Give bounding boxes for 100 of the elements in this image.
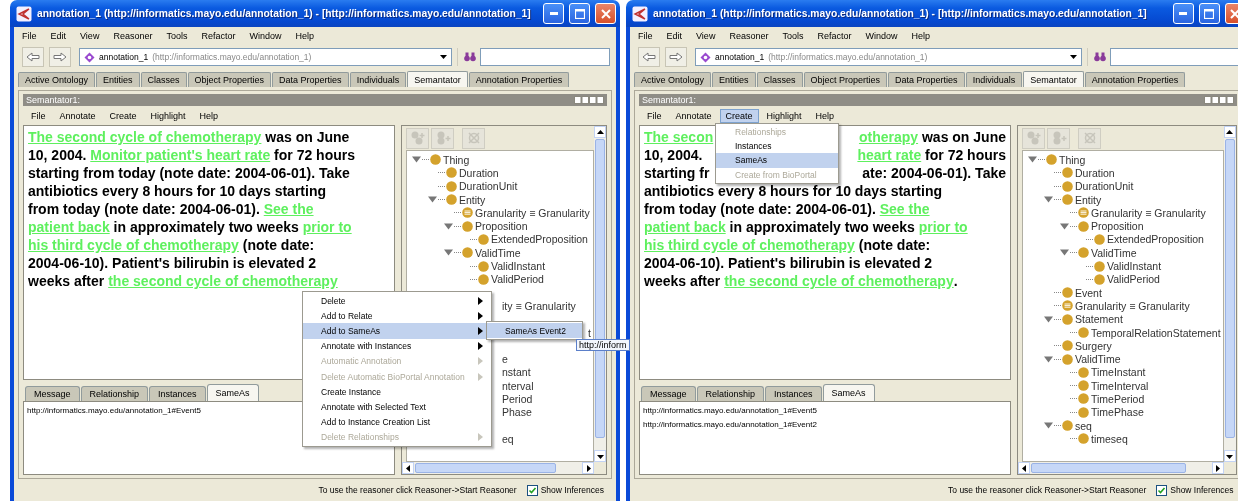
expand-triangle-icon[interactable] bbox=[1027, 155, 1038, 165]
menu-item[interactable]: Window bbox=[243, 28, 288, 43]
menu-item[interactable]: Create Instance bbox=[303, 384, 491, 400]
back-button[interactable] bbox=[638, 47, 660, 67]
scroll-right-icon[interactable] bbox=[584, 464, 592, 472]
tree-item[interactable]: Thing bbox=[443, 153, 472, 166]
expand-triangle-icon[interactable] bbox=[1043, 195, 1054, 205]
tab[interactable]: Annotation Properties bbox=[468, 72, 570, 87]
menu-item[interactable]: File bbox=[16, 28, 43, 43]
tab[interactable]: Active Ontology bbox=[18, 72, 96, 87]
tree-item[interactable]: TimePhase bbox=[1091, 406, 1146, 419]
expand-triangle-icon[interactable] bbox=[443, 248, 454, 258]
checkbox[interactable] bbox=[526, 484, 538, 496]
expand-triangle-icon[interactable] bbox=[443, 221, 454, 231]
tree-item[interactable]: DurationUnit bbox=[1075, 180, 1136, 193]
tree-item[interactable]: Proposition bbox=[475, 220, 530, 233]
tab[interactable]: Relationship bbox=[80, 386, 149, 401]
tree-item[interactable]: nstant bbox=[502, 366, 533, 379]
tree-item[interactable]: Entity bbox=[459, 193, 488, 206]
list-item[interactable]: http://informatics.mayo.edu/annotation_1#Event2 bbox=[643, 418, 1007, 432]
tree-item[interactable]: Statement bbox=[1075, 313, 1125, 326]
expand-triangle-icon[interactable] bbox=[1043, 314, 1054, 324]
menu-item[interactable]: Annotate bbox=[53, 109, 102, 123]
tree-item[interactable]: ExtendedProposition bbox=[491, 233, 590, 246]
tree-item[interactable]: e bbox=[502, 353, 510, 366]
scroll-up-icon[interactable] bbox=[1226, 128, 1234, 136]
tree-item[interactable]: timeseq bbox=[1091, 432, 1130, 445]
tab[interactable]: Object Properties bbox=[803, 72, 888, 87]
tab[interactable]: Data Properties bbox=[272, 72, 349, 87]
tree-item[interactable]: Surgery bbox=[1075, 339, 1114, 352]
expand-triangle-icon[interactable] bbox=[411, 155, 422, 165]
tab[interactable]: Instances bbox=[149, 386, 206, 401]
tree-item[interactable]: nterval bbox=[502, 379, 536, 392]
tree-item[interactable]: ValidPeriod bbox=[491, 273, 546, 286]
tab[interactable]: Active Ontology bbox=[634, 72, 712, 87]
tab[interactable]: Annotation Properties bbox=[1084, 72, 1186, 87]
menu-item[interactable]: Add to Relate bbox=[303, 308, 491, 324]
menu-item[interactable]: Refactor bbox=[195, 28, 242, 43]
menu-item[interactable]: Reasoner bbox=[107, 28, 159, 43]
menu-item[interactable]: Tools bbox=[776, 28, 810, 43]
maximize-button[interactable] bbox=[569, 3, 590, 24]
tree-item[interactable]: Thing bbox=[1059, 153, 1088, 166]
menu-item[interactable]: Help bbox=[193, 109, 225, 123]
tree-item[interactable]: Duration bbox=[1075, 166, 1117, 179]
tree-item[interactable]: TimePeriod bbox=[1091, 393, 1147, 405]
tree-item[interactable]: Event bbox=[1075, 286, 1104, 299]
menu-item[interactable]: Edit bbox=[660, 28, 689, 43]
menu-item[interactable]: Create bbox=[719, 109, 759, 123]
tree-item[interactable]: Duration bbox=[459, 166, 501, 179]
menu-item[interactable]: Instances bbox=[716, 139, 838, 154]
list-item[interactable]: http://informatics.mayo.edu/annotation_1#Event5 bbox=[643, 404, 1007, 418]
scroll-down-icon[interactable] bbox=[1226, 452, 1234, 460]
menu-item[interactable]: File bbox=[25, 109, 52, 123]
tab[interactable]: SameAs bbox=[822, 384, 875, 401]
expand-triangle-icon[interactable] bbox=[427, 195, 438, 205]
tree-item[interactable]: Granularity ≡ Granularity bbox=[1075, 299, 1192, 312]
expand-triangle-icon[interactable] bbox=[1043, 421, 1054, 431]
expand-triangle-icon[interactable] bbox=[1059, 248, 1070, 258]
minimize-button[interactable] bbox=[1172, 3, 1194, 24]
ontology-selector[interactable]: annotation_1 (http://informatics.mayo.edu/annotation_1) bbox=[695, 48, 1082, 66]
tree-item[interactable]: TimeInstant bbox=[1091, 366, 1148, 379]
back-button[interactable] bbox=[22, 47, 44, 67]
tab[interactable]: Data Properties bbox=[888, 72, 965, 87]
tab[interactable]: Entities bbox=[712, 72, 756, 87]
menu-item[interactable]: Edit bbox=[44, 28, 73, 43]
menu-item[interactable]: File bbox=[632, 28, 659, 43]
tab[interactable]: Individuals bbox=[965, 72, 1023, 87]
tab[interactable]: Instances bbox=[765, 386, 822, 401]
menu-item[interactable]: Reasoner bbox=[723, 28, 775, 43]
checkbox[interactable] bbox=[1156, 484, 1168, 496]
menu-item[interactable]: Refactor bbox=[811, 28, 858, 43]
forward-button[interactable] bbox=[49, 47, 71, 67]
menu-item[interactable]: Help bbox=[905, 28, 936, 43]
horizontal-scrollbar[interactable] bbox=[1018, 462, 1224, 474]
menu-item[interactable]: SameAs Event2 bbox=[487, 323, 582, 338]
tab[interactable]: Individuals bbox=[349, 72, 407, 87]
tree-item[interactable]: TimeInterval bbox=[1091, 379, 1151, 392]
menu-item[interactable]: Window bbox=[859, 28, 904, 43]
tree-item[interactable]: Granularity ≡ Granularity bbox=[475, 206, 592, 219]
tab[interactable]: Classes bbox=[140, 72, 187, 87]
menu-item[interactable]: Help bbox=[289, 28, 320, 43]
tree-item[interactable]: ValidTime bbox=[1075, 353, 1123, 366]
tree-item[interactable]: t bbox=[588, 326, 593, 339]
expand-triangle-icon[interactable] bbox=[1059, 221, 1070, 231]
tree-item[interactable]: Proposition bbox=[1091, 220, 1146, 233]
scroll-left-icon[interactable] bbox=[404, 464, 412, 472]
tree-item[interactable]: eq bbox=[502, 432, 516, 445]
ontology-selector[interactable]: annotation_1 (http://informatics.mayo.edu/annotation_1) bbox=[79, 48, 452, 66]
tab[interactable]: Message bbox=[641, 386, 696, 401]
menu-item[interactable]: Highlight bbox=[144, 109, 192, 123]
scroll-right-icon[interactable] bbox=[1214, 464, 1222, 472]
menu-item[interactable]: View bbox=[690, 28, 722, 43]
menu-item[interactable]: Annotate bbox=[669, 109, 718, 123]
tree-item[interactable]: ValidTime bbox=[1091, 246, 1139, 259]
tree-item[interactable]: seq bbox=[1075, 419, 1094, 432]
horizontal-scrollbar[interactable] bbox=[402, 462, 594, 474]
tree-item[interactable]: ValidInstant bbox=[491, 260, 548, 272]
menu-item[interactable]: Tools bbox=[160, 28, 194, 43]
tree-item[interactable]: ity ≡ Granularity bbox=[502, 299, 578, 312]
menu-item[interactable]: Annotate with Instances bbox=[303, 338, 491, 354]
